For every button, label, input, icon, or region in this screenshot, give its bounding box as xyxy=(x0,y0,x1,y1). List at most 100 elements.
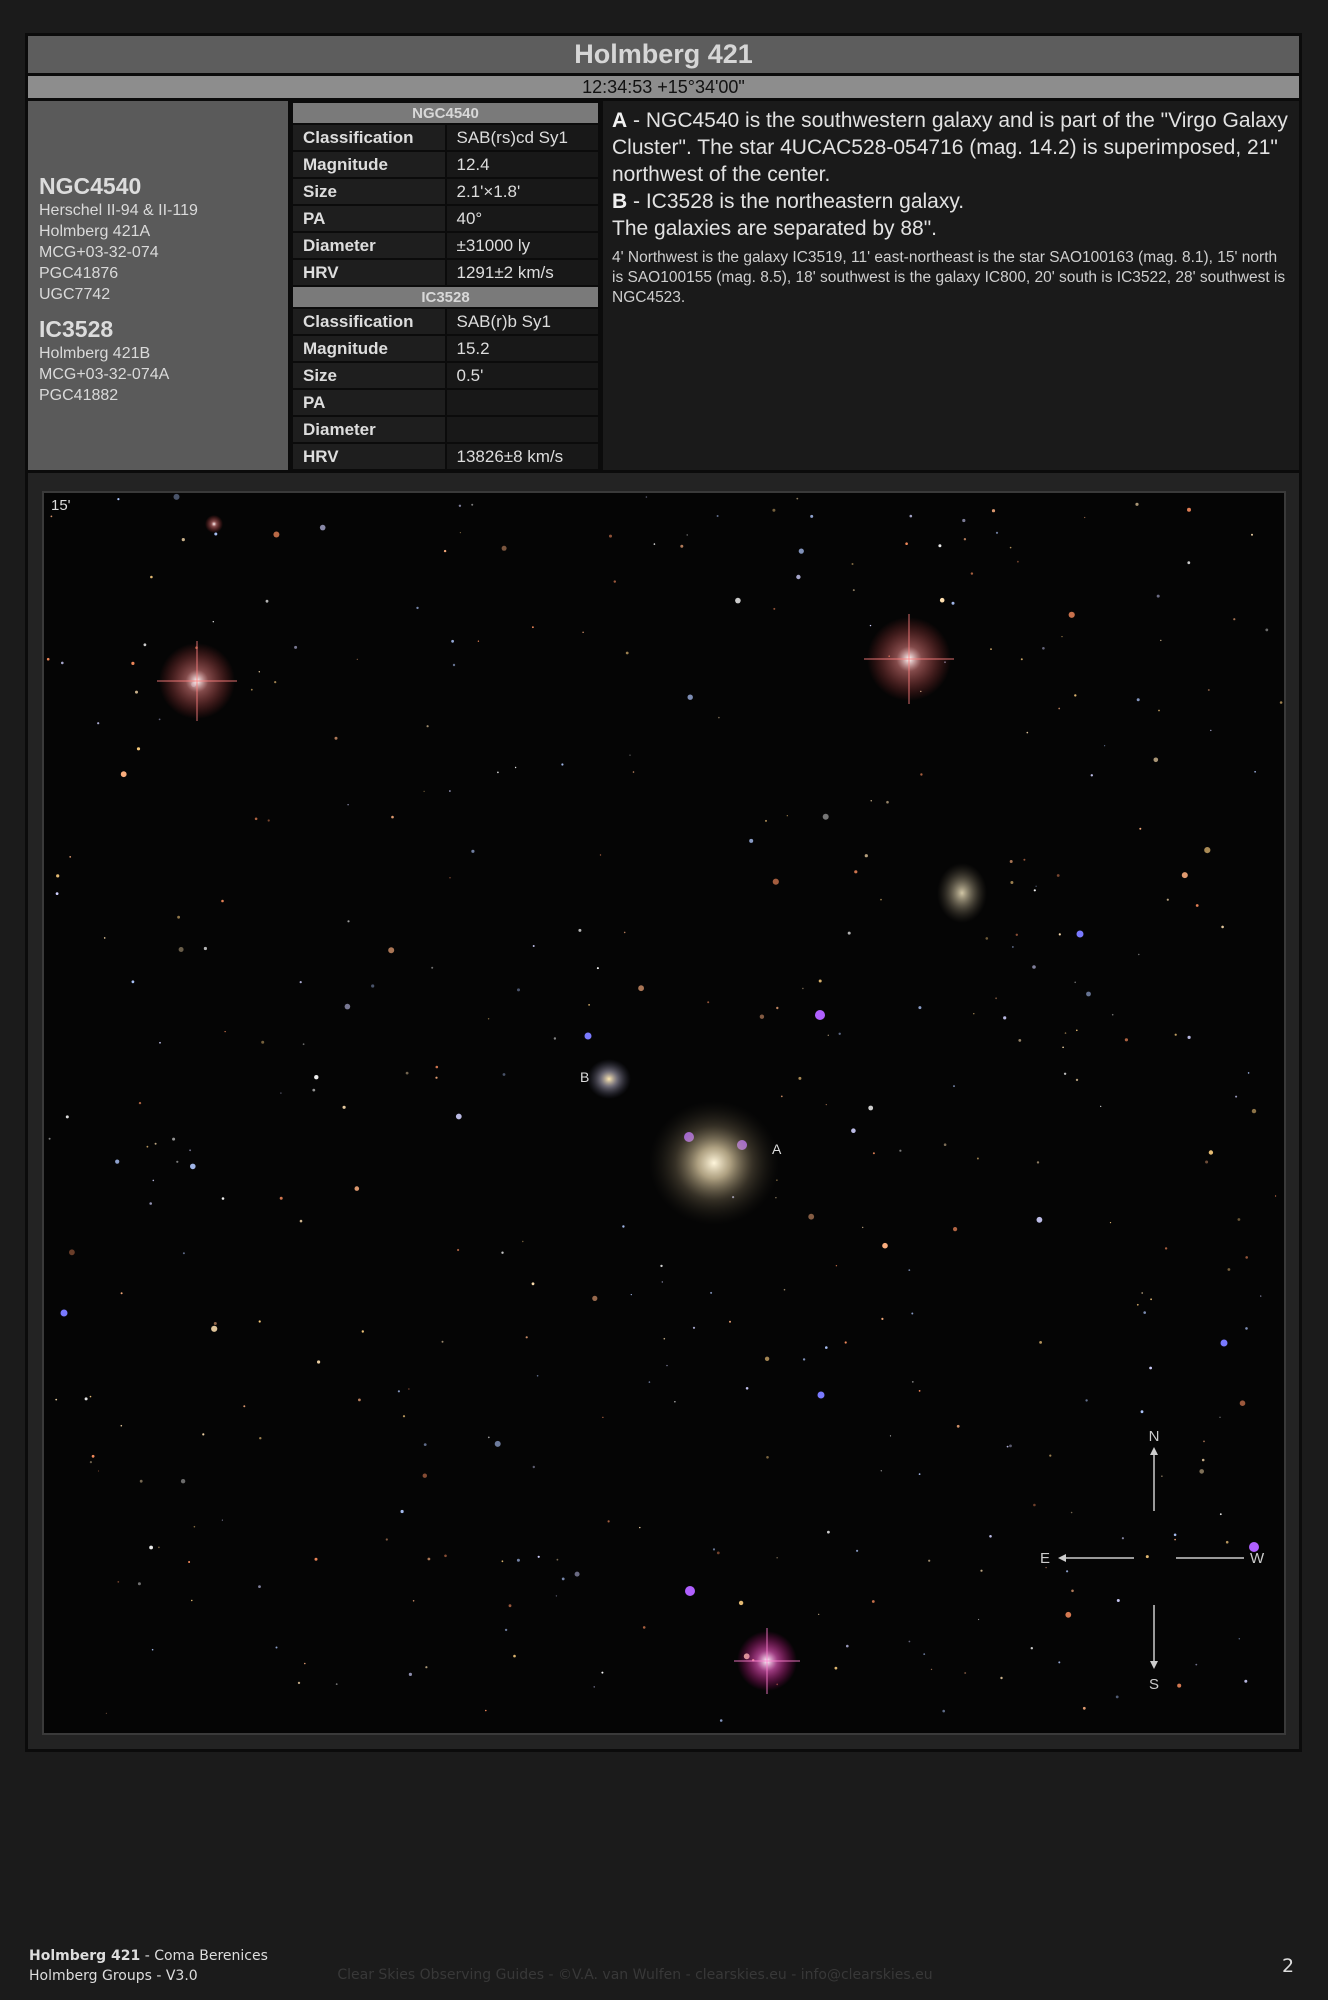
star xyxy=(660,1264,663,1268)
value-hrv: 13826±8 km/s xyxy=(444,442,600,471)
star xyxy=(817,1391,825,1399)
star xyxy=(978,1618,980,1621)
page-title: Holmberg 421 xyxy=(25,33,1302,76)
star xyxy=(674,1401,676,1403)
star xyxy=(642,1626,646,1629)
star xyxy=(582,631,584,633)
star xyxy=(402,1415,406,1418)
star xyxy=(143,643,147,647)
star xyxy=(188,1561,191,1563)
star xyxy=(599,854,602,856)
star xyxy=(776,1557,778,1559)
star xyxy=(151,1648,154,1651)
star xyxy=(908,1269,911,1271)
star xyxy=(444,1554,447,1558)
star xyxy=(851,1128,856,1133)
star xyxy=(1104,745,1106,747)
star xyxy=(423,790,425,792)
star xyxy=(908,1640,911,1643)
description-b: B - IC3528 is the northeastern galaxy. xyxy=(612,190,965,213)
star xyxy=(880,1470,882,1472)
star xyxy=(344,1003,351,1010)
star xyxy=(872,1152,875,1155)
star xyxy=(502,1073,506,1076)
star xyxy=(347,920,350,923)
star xyxy=(1100,1105,1102,1107)
star xyxy=(1012,946,1014,948)
star xyxy=(923,1653,926,1655)
description-surroundings: 4' Northwest is the galaxy IC3519, 11' e… xyxy=(612,249,1286,306)
star xyxy=(212,621,214,623)
star-field: N S E W xyxy=(46,493,1283,1722)
table-header-ic3528: IC3528 xyxy=(291,285,600,309)
star xyxy=(391,815,394,819)
star xyxy=(609,534,612,538)
star xyxy=(317,1360,321,1364)
star xyxy=(279,1196,283,1200)
star xyxy=(852,589,855,592)
star xyxy=(1085,1399,1088,1402)
star xyxy=(886,800,889,804)
star xyxy=(716,1551,720,1555)
star xyxy=(786,815,788,817)
star xyxy=(314,1557,318,1561)
alias: Herschel II-94 & II-119 xyxy=(39,202,198,219)
star xyxy=(1181,872,1188,879)
star xyxy=(1032,965,1036,969)
fov-label: 15' xyxy=(51,497,71,514)
star xyxy=(1158,709,1160,712)
value-classification: SAB(rs)cd Sy1 xyxy=(444,123,600,152)
value-hrv: 1291±2 km/s xyxy=(444,258,600,287)
footer-credit: Clear Skies Observing Guides - ©V.A. van… xyxy=(337,1967,933,1983)
star xyxy=(818,1613,820,1615)
star xyxy=(613,580,616,583)
star xyxy=(190,1163,196,1170)
star xyxy=(422,1473,427,1478)
star xyxy=(385,1538,388,1541)
star xyxy=(154,1142,157,1145)
table-row: Size 2.1'×1.8' xyxy=(291,177,600,206)
star xyxy=(1121,1537,1124,1540)
star xyxy=(1058,707,1061,710)
star xyxy=(1233,618,1236,621)
star xyxy=(1227,1268,1231,1271)
value-pa: 40° xyxy=(444,204,600,233)
footer-left: Holmberg 421 - Coma Berenices Holmberg G… xyxy=(29,1946,268,1986)
star xyxy=(1138,953,1140,956)
star xyxy=(1150,1298,1152,1301)
star xyxy=(1245,1256,1248,1259)
star xyxy=(1173,1533,1177,1537)
star xyxy=(1071,1589,1074,1593)
star xyxy=(146,1145,149,1148)
star xyxy=(1207,689,1210,691)
star xyxy=(172,1137,176,1141)
star xyxy=(1201,1458,1205,1462)
star xyxy=(213,1322,217,1325)
star xyxy=(1074,981,1076,984)
star xyxy=(91,1454,95,1458)
star xyxy=(918,1390,921,1392)
star xyxy=(1062,1046,1064,1049)
star xyxy=(1039,1341,1042,1344)
star xyxy=(443,549,447,553)
value-classification: SAB(r)b Sy1 xyxy=(444,307,600,336)
star xyxy=(1065,1611,1072,1618)
alias: MCG+03-32-074A xyxy=(39,366,170,383)
star xyxy=(221,1197,225,1200)
star xyxy=(302,1043,305,1046)
star xyxy=(115,1159,120,1164)
table-row: Size 0.5' xyxy=(291,361,600,390)
star xyxy=(856,1549,859,1552)
star xyxy=(942,1709,945,1713)
footer-series: Holmberg Groups - V3.0 xyxy=(29,1968,198,1984)
star xyxy=(951,601,955,605)
star xyxy=(772,878,779,885)
star xyxy=(189,1149,192,1152)
value-diameter xyxy=(444,415,600,444)
star xyxy=(221,899,224,903)
star xyxy=(1082,1706,1086,1710)
star xyxy=(173,493,180,500)
star xyxy=(1195,904,1199,907)
star xyxy=(1116,1599,1120,1602)
star xyxy=(918,1006,922,1010)
